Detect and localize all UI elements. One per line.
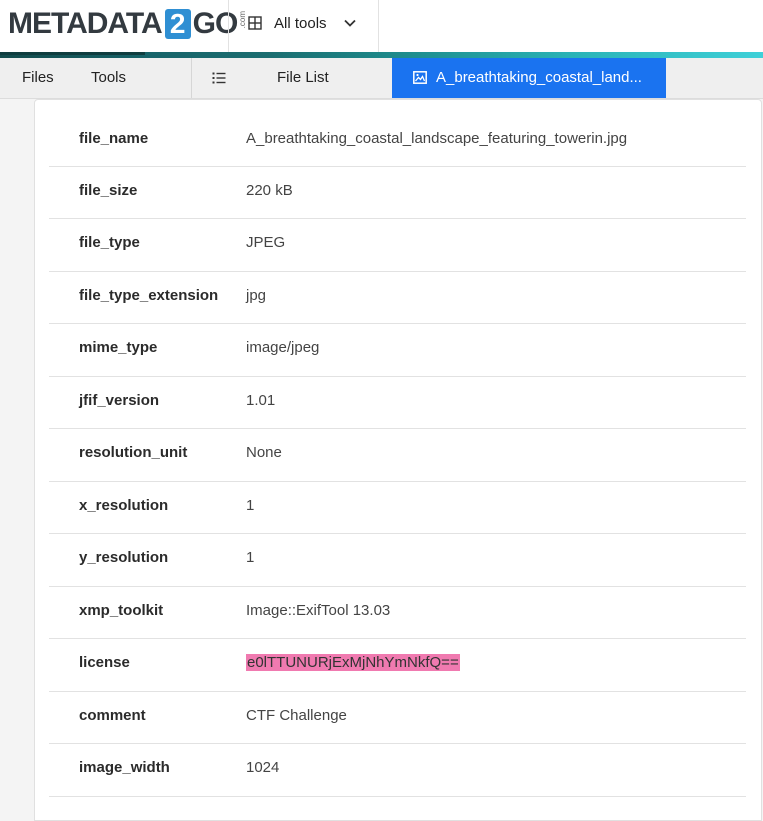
image-icon [413, 71, 427, 84]
metadata2go-logo[interactable]: METADATA 2 GO .com [8, 7, 248, 40]
all-tools-dropdown[interactable]: All tools [248, 0, 357, 46]
metadata-value: e0lTTUNURjExMjNhYmNkfQ== [246, 639, 460, 687]
header-divider-right [378, 0, 379, 52]
header-divider [228, 0, 229, 52]
metadata-value: 220 kB [246, 181, 293, 199]
metadata-value: jpg [246, 286, 267, 304]
table-row: file_type_extension jpg [49, 272, 746, 324]
table-row: file_size 220 kB [49, 167, 746, 219]
table-row: xmp_toolkit Image::ExifTool 13.03 [49, 587, 746, 639]
tab-tools[interactable]: Tools [91, 58, 126, 98]
tab-active-file[interactable]: A_breathtaking_coastal_land... [392, 58, 666, 98]
metadata-table: file_name A_breathtaking_coastal_landscap… [49, 114, 746, 797]
metadata-key: image_width [79, 759, 170, 776]
metadata-key: resolution_unit [79, 444, 188, 461]
logo-two-badge: 2 [164, 9, 191, 39]
metadata-value: image/jpeg [246, 339, 320, 356]
metadata-key: x_resolution [79, 496, 169, 514]
table-row: mime_type image/jpeg [49, 324, 746, 377]
metadata-key: mime_type [79, 339, 158, 356]
tab-bar: Files Tools File List A_breathtaking_coa… [0, 58, 763, 99]
table-row: resolution_unit None [49, 429, 746, 482]
metadata-key: comment [79, 706, 146, 724]
table-row: jfif_version 1.01 [49, 377, 746, 429]
metadata-value: None [246, 444, 282, 461]
table-row: y_resolution 1 [49, 534, 746, 587]
metadata-value: 1.01 [246, 391, 276, 409]
metadata-key: file_name [79, 130, 149, 147]
tab-active-file-label: A_breathtaking_coastal_land... [436, 69, 642, 86]
metadata-value: CTF Challenge [246, 706, 347, 724]
metadata-key: file_type [79, 234, 140, 251]
logo-suffix: .com [238, 11, 248, 29]
top-header: METADATA 2 GO .com All tools [0, 0, 763, 52]
metadata-key: file_size [79, 181, 138, 199]
metadata-value: Image::ExifTool 13.03 [246, 601, 391, 619]
metadata-panel: file_name A_breathtaking_coastal_landscap… [34, 99, 762, 821]
table-row: x_resolution 1 [49, 482, 746, 534]
table-row: image_width 1024 [49, 744, 746, 797]
logo-text-left: METADATA [8, 7, 163, 40]
grid-icon [248, 16, 262, 30]
metadata-value: 1024 [246, 759, 280, 776]
all-tools-label: All tools [274, 14, 327, 32]
logo-text-right: GO [192, 7, 239, 40]
tab-file-list[interactable]: File List [192, 58, 391, 98]
metadata-key: file_type_extension [79, 286, 219, 304]
table-row: file_type JPEG [49, 219, 746, 272]
table-row: comment CTF Challenge [49, 692, 746, 744]
metadata-value: A_breathtaking_coastal_landscape_featuri… [246, 130, 628, 147]
metadata-value: 1 [246, 549, 255, 566]
list-icon [212, 72, 226, 84]
tab-file-list-label: File List [277, 69, 329, 86]
metadata-key: license [79, 654, 130, 671]
metadata-value: 1 [246, 496, 255, 514]
tab-files[interactable]: Files [22, 58, 54, 98]
table-row: license e0lTTUNURjExMjNhYmNkfQ== [49, 639, 746, 692]
table-row: file_name A_breathtaking_coastal_landscap… [49, 114, 746, 167]
metadata-key: y_resolution [79, 549, 169, 566]
metadata-key: xmp_toolkit [79, 601, 164, 619]
metadata-key: jfif_version [79, 391, 160, 409]
highlighted-value: e0lTTUNURjExMjNhYmNkfQ== [246, 654, 460, 671]
metadata-value: JPEG [246, 234, 286, 251]
chevron-down-icon [343, 19, 356, 27]
